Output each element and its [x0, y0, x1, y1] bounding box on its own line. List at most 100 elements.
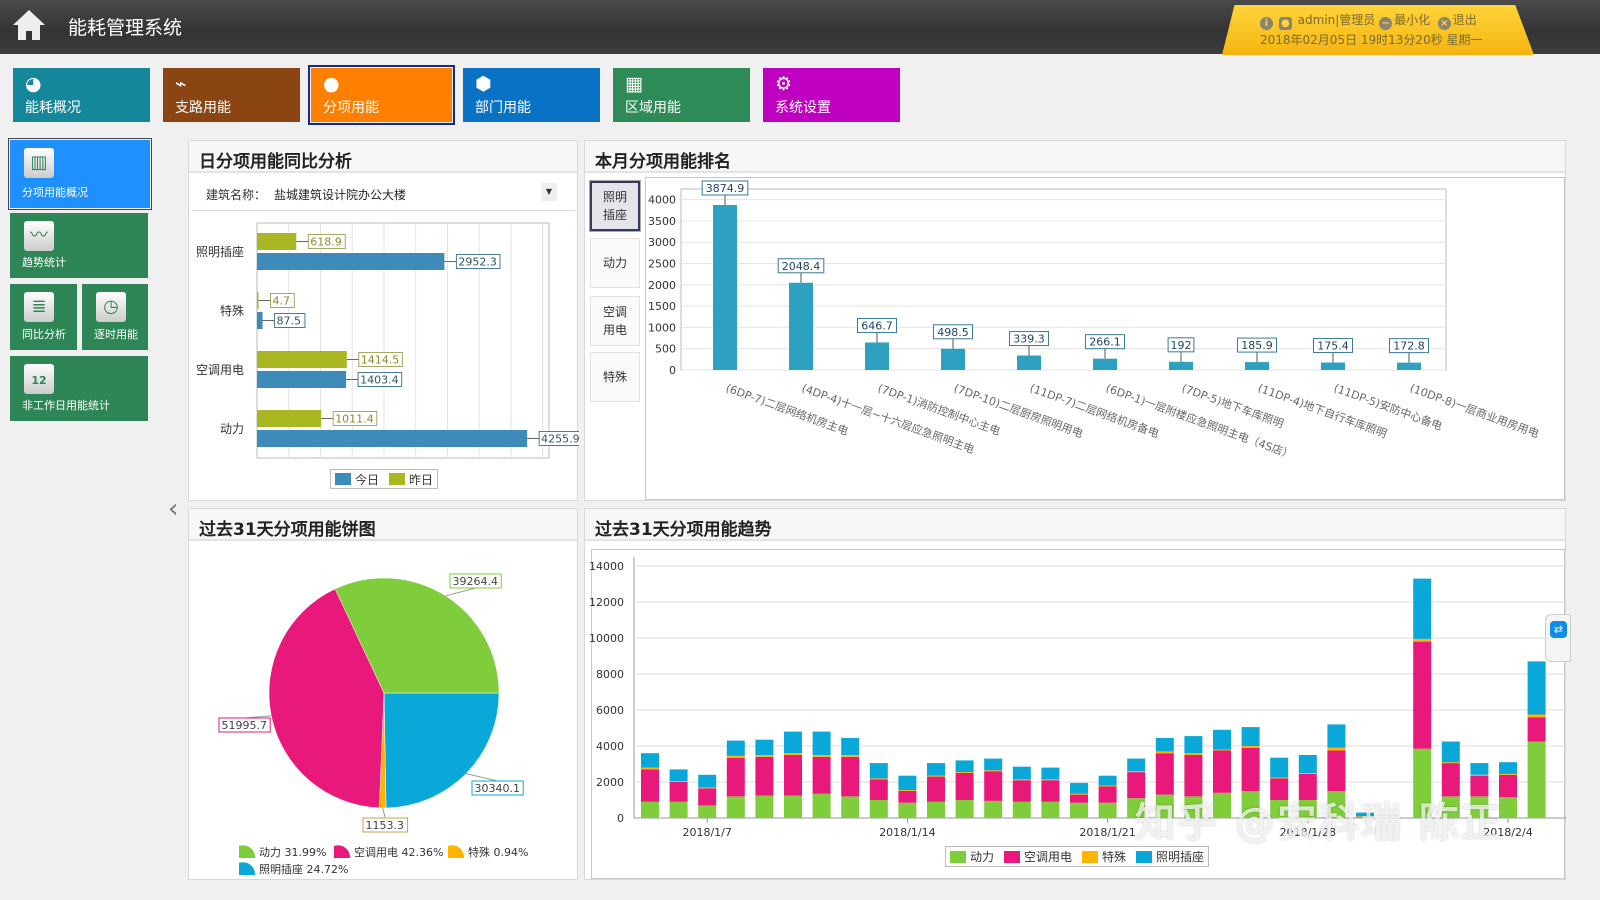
sidebar-item-0[interactable]: ▥ 分项用能概况 [8, 138, 152, 210]
bar-segment [698, 805, 717, 818]
remote-support-tab[interactable]: ⇄ [1545, 614, 1571, 662]
bar-segment [812, 755, 831, 757]
calendar-day: 12 [31, 374, 47, 387]
nav-tab-4[interactable]: ▦ 区域用能 [613, 68, 750, 122]
y-tick-label: 0 [617, 812, 624, 825]
bar-segment [898, 802, 917, 818]
bar-segment [812, 793, 831, 818]
datetime: 2018年02月05日 19时13分20秒 星期一 [1260, 33, 1483, 47]
sidebar-item-1[interactable]: 〰趋势统计 [10, 213, 148, 278]
bar-segment [869, 763, 888, 779]
bar [1093, 358, 1117, 370]
bar-segment [755, 755, 774, 757]
minimize-button[interactable]: − 最小化 [1379, 13, 1431, 30]
bar-segment [784, 755, 802, 796]
bar [1245, 362, 1269, 370]
bar-segment [812, 756, 831, 794]
bar-segment [1298, 755, 1317, 773]
legend-label: 照明插座 [1156, 850, 1205, 864]
logout-button[interactable]: × 退出 [1437, 13, 1477, 30]
data-label: 498.5 [937, 326, 969, 339]
data-label: 646.7 [861, 319, 893, 332]
data-label: 87.5 [277, 315, 302, 328]
data-label: 1414.5 [361, 354, 400, 367]
sidebar-item-3[interactable]: ◷ 逐时用能 [82, 284, 148, 350]
category-label: 空调用电 [196, 363, 244, 377]
x-category-label: (6DP-7)二层网络机房主电 [724, 381, 850, 438]
bar-segment [1184, 736, 1203, 754]
bar-segment [641, 767, 659, 770]
category-label: 动力 [220, 422, 244, 436]
bar-segment [1127, 771, 1146, 773]
home-icon[interactable] [10, 6, 48, 44]
nav-tab-label: 分项用能 [323, 100, 379, 116]
plot: 30340.1 1153.3 51995.7 39264.4 动力 31.99% 空调用电… [218, 573, 528, 876]
legend-label: 动力 [970, 850, 995, 864]
pie-chart: 30340.1 1153.3 51995.7 39264.4 动力 31.99% 空调用电… [218, 573, 528, 876]
y-tick-label: 1000 [648, 321, 676, 334]
bar-segment [927, 763, 945, 776]
y-tick-label: 6000 [596, 704, 624, 717]
data-label: 192 [1171, 339, 1192, 352]
y-tick-label: 10000 [589, 632, 624, 645]
nav-tab-1[interactable]: ⌁ 支路用能 [163, 68, 300, 122]
leader-line [465, 773, 498, 782]
bar [257, 253, 445, 270]
bar-segment [1298, 773, 1317, 774]
y-tick-label: 2000 [596, 776, 624, 789]
bar [257, 351, 347, 368]
bar-segment [669, 781, 688, 782]
bar-segment [841, 755, 860, 757]
bar-segment [984, 770, 1003, 772]
bar-segment [1527, 741, 1546, 818]
sidebar-item-label: 同比分析 [22, 328, 66, 341]
logout-label: 退出 [1452, 13, 1477, 27]
ranking-bar-chart: 0 500 1000 1500 2000 2500 3000 3500 4000 3874.9 (6… [648, 180, 1541, 462]
bar-segment [1499, 773, 1517, 775]
bar-segment [898, 791, 917, 803]
data-label: 266.1 [1089, 336, 1121, 349]
bar-segment [955, 772, 974, 773]
nav-tab-2[interactable]: ● 分项用能 [308, 65, 455, 125]
info-icon[interactable]: i [1260, 17, 1273, 30]
bar-segment [784, 753, 802, 755]
legend-swatch-yesterday [389, 473, 406, 485]
data-label: 30340.1 [475, 782, 521, 795]
legend-label: 动力 31.99% [259, 846, 326, 859]
legend-swatch [239, 845, 256, 858]
bar-segment [1241, 747, 1260, 791]
close-icon: × [1437, 17, 1451, 30]
chart-gauge-icon: ◕ [25, 73, 42, 95]
sidebar-item-2[interactable]: ≣ 同比分析 [10, 284, 77, 350]
sidebar-item-label: 分项用能概况 [22, 186, 88, 199]
legend-swatch [1136, 850, 1153, 863]
sidebar-item-4[interactable]: 12 非工作日用能统计 [10, 356, 148, 421]
bar-segment [1098, 775, 1117, 786]
minimize-label: 最小化 [1394, 13, 1431, 27]
bar-segment [1241, 727, 1260, 746]
bar-segment [812, 731, 831, 755]
bar-segment [1098, 786, 1117, 803]
book-icon: ▥ [24, 148, 54, 178]
bar-segment [641, 753, 659, 768]
app-title: 能耗管理系统 [68, 17, 183, 39]
user-info-panel: i ● admin|管理员 − 最小化 × 退出 2018年02月05日 19时13… [1222, 5, 1534, 55]
bar-segment [1499, 762, 1517, 774]
legend-label: 空调用电 42.36% [354, 845, 443, 859]
bar-segment [1070, 794, 1088, 803]
nav-tab-5[interactable]: ⚙ 系统设置 [763, 68, 900, 122]
nav-tab-3[interactable]: ⬢ 部门用能 [463, 68, 600, 122]
user-icon: ● [323, 73, 340, 95]
bar-segment [1041, 780, 1060, 802]
nav-tab-label: 系统设置 [775, 100, 831, 116]
bar-segment [1441, 741, 1460, 763]
bar-segment [1413, 578, 1432, 639]
nav-tab-0[interactable]: ◕ 能耗概况 [13, 68, 150, 122]
bar-segment [1127, 758, 1146, 772]
bar-segment [955, 800, 974, 818]
collapse-sidebar-chevron-icon[interactable]: ‹ [168, 494, 178, 524]
plot: 照明插座 618.9 2952.3 特殊 4.7 87.5 空调用电 1414.5 1403.4… [196, 222, 579, 459]
legend-swatch [1004, 850, 1021, 863]
bar [941, 348, 965, 370]
bar-segment [784, 795, 802, 818]
